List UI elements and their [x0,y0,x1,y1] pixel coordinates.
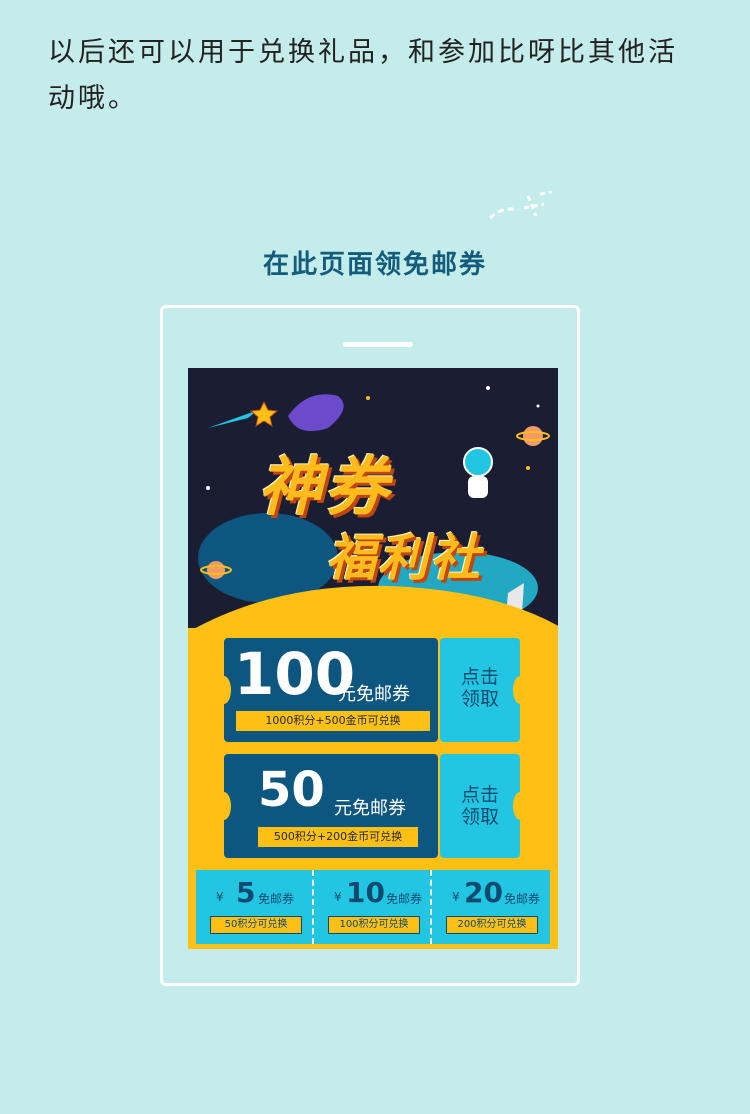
mini-coupon-10[interactable]: ¥ 10 免邮券 100积分可兑换 [314,870,432,944]
coupon-ticket-100[interactable]: 100 元免邮券 1000积分+500金币可兑换 点击 领取 [217,638,527,742]
mini-unit: 免邮券 [386,892,423,906]
coupon-poster: 神券 福利社 100 元免邮券 1000积分+500金币可兑换 点击 领取 50… [188,368,558,949]
mini-amount: 5 [236,876,256,909]
ticket-main-panel: 50 元免邮券 500积分+200金币可兑换 [217,754,438,858]
mini-condition: 200积分可兑换 [446,916,538,934]
ticket-condition: 1000积分+500金币可兑换 [236,711,430,731]
claim-label-1: 点击 [460,666,499,688]
mini-unit: 免邮券 [258,892,295,906]
mini-coupon-row: ¥ 5 免邮券 50积分可兑换 ¥ 10 免邮券 100积分可兑换 ¥ 20 免… [196,870,550,944]
hero-title-line-2: 福利社 [326,529,482,587]
mini-coupon-20[interactable]: ¥ 20 免邮券 200积分可兑换 [432,870,550,944]
intro-line-1: 以后还可以用于兑换礼品，和参加比呀比其他活 [48,37,678,68]
claim-label-2: 领取 [460,688,499,710]
doodle-decoration [488,190,553,220]
mini-amount: 10 [346,876,385,909]
hero-title-line-1: 神券 [258,451,390,525]
phone-speaker [343,342,413,347]
mini-condition: 50积分可兑换 [210,916,302,934]
ticket-unit: 元免邮券 [334,798,406,819]
coupon-ticket-50[interactable]: 50 元免邮券 500积分+200金币可兑换 点击 领取 [217,754,527,858]
intro-line-2: 动哦。 [48,83,138,114]
mini-condition: 100积分可兑换 [328,916,420,934]
ticket-amount: 50 [258,762,325,818]
claim-label-2: 领取 [460,806,499,828]
currency-symbol: ¥ [334,890,342,904]
claim-button[interactable]: 点击 领取 [440,638,527,742]
currency-symbol: ¥ [216,890,224,904]
currency-symbol: ¥ [452,890,460,904]
ticket-condition: 500积分+200金币可兑换 [258,827,418,847]
intro-text: 以后还可以用于兑换礼品，和参加比呀比其他活 动哦。 [48,30,708,122]
ticket-amount: 100 [234,640,356,708]
mini-unit: 免邮券 [504,892,541,906]
claim-button[interactable]: 点击 领取 [440,754,527,858]
claim-label-1: 点击 [460,784,499,806]
ticket-unit: 元免邮券 [338,684,410,705]
mini-coupon-5[interactable]: ¥ 5 免邮券 50积分可兑换 [196,870,314,944]
section-title: 在此页面领免邮券 [262,250,487,280]
ticket-main-panel: 100 元免邮券 1000积分+500金币可兑换 [217,638,438,742]
mini-amount: 20 [464,876,503,909]
